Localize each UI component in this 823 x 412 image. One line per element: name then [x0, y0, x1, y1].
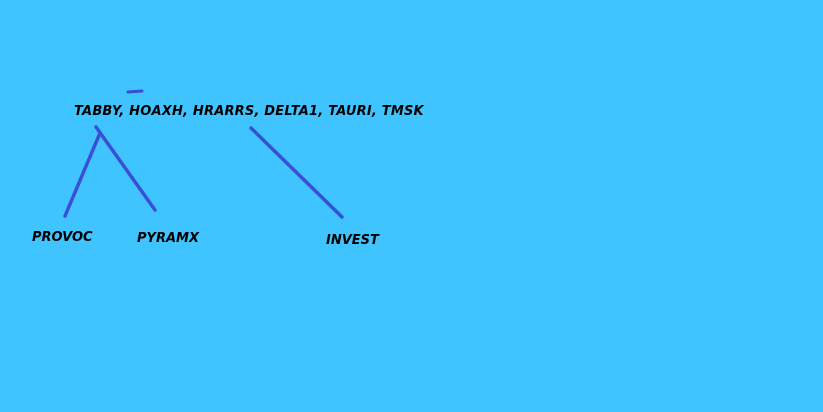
leaf-label-provoc: PROVOC — [32, 230, 93, 245]
drawing-canvas: TABBY, HOAXH, HRARRS, DELTA1, TAURI, TMS… — [0, 0, 823, 412]
main-code-list: TABBY, HOAXH, HRARRS, DELTA1, TAURI, TMS… — [74, 104, 424, 119]
dash-mark — [126, 89, 144, 94]
connector-tabby-pyramx — [94, 125, 157, 212]
leaf-label-pyramx: PYRAMX — [137, 231, 199, 246]
connector-tabby-provoc — [63, 131, 102, 218]
connector-hrarrs-invest — [249, 126, 344, 219]
leaf-label-invest: INVEST — [326, 233, 379, 248]
connector-strokes — [63, 89, 344, 219]
